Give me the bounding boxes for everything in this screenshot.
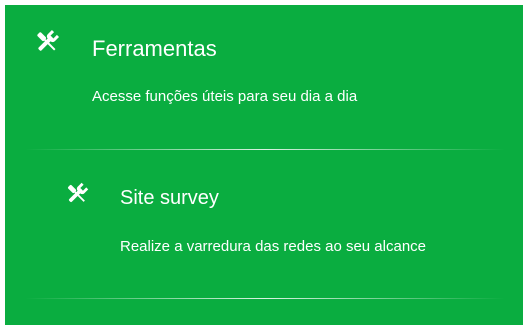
tools-icon	[32, 27, 62, 57]
tools-icon	[63, 180, 91, 208]
divider	[25, 149, 505, 150]
tools-panel: Ferramentas Acesse funções úteis para se…	[5, 5, 523, 325]
page-title: Ferramentas	[92, 36, 217, 61]
page-subtitle: Acesse funções úteis para seu dia a dia	[92, 88, 358, 105]
site-survey-description: Realize a varredura das redes ao seu alc…	[120, 238, 427, 255]
site-survey-title[interactable]: Site survey	[120, 186, 219, 210]
site-survey-item[interactable]: Site survey Realize a varredura das rede…	[55, 165, 515, 290]
divider	[25, 298, 505, 299]
